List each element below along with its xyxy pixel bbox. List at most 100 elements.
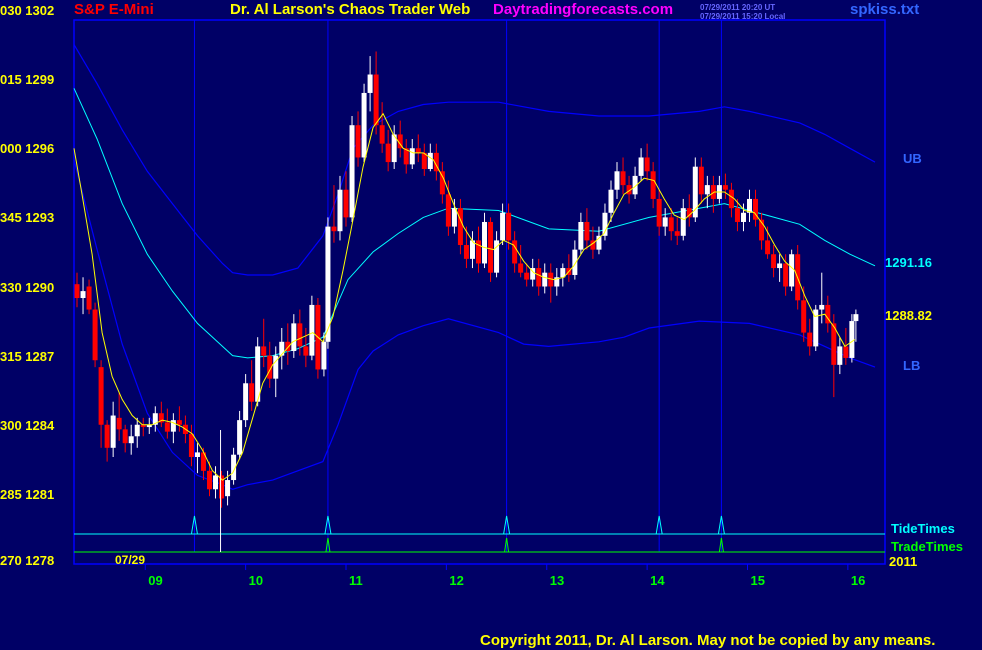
candle-body	[837, 346, 843, 365]
candle-body	[385, 143, 391, 163]
candle-body	[86, 286, 92, 310]
candle-body	[524, 272, 530, 280]
candle-body	[680, 208, 686, 236]
candle-body	[578, 221, 584, 250]
candle-body	[771, 254, 777, 269]
candle-body	[608, 189, 614, 213]
date-label: 07/29	[115, 553, 146, 567]
x-tick-label: 13	[549, 573, 565, 588]
candle-body	[343, 189, 349, 218]
year-label: 2011	[889, 554, 918, 569]
y-tick-label: 345 1293	[0, 210, 55, 226]
candle-body	[303, 346, 309, 356]
candle-body	[249, 383, 255, 402]
candle-body	[331, 226, 337, 232]
candle-body	[379, 125, 385, 144]
candle-body	[237, 420, 243, 455]
candle-body	[188, 433, 194, 458]
candle-body	[361, 92, 367, 158]
candle-body	[789, 254, 795, 287]
last-price-value: 1288.82	[885, 308, 932, 323]
candle-body	[207, 470, 213, 490]
candle-body	[427, 152, 433, 169]
candle-body	[409, 148, 415, 165]
x-tick-label: 15	[750, 573, 765, 588]
candle-body	[415, 148, 421, 153]
candle-body	[734, 208, 740, 222]
candle-body	[668, 217, 674, 232]
candle-body	[518, 263, 524, 273]
candle-body	[644, 157, 650, 172]
y-tick-label: 015 1299	[0, 72, 55, 88]
candle-body	[213, 475, 219, 490]
candle-body	[704, 185, 710, 195]
candle-body	[104, 424, 110, 448]
candle-body	[686, 208, 692, 218]
candle-body	[500, 212, 506, 241]
candle-body	[746, 198, 752, 213]
candle-body	[801, 300, 807, 333]
x-tick-label: 12	[449, 573, 464, 588]
candle-body	[542, 272, 548, 287]
chart	[73, 19, 886, 570]
copyright-notice: Copyright 2011, Dr. Al Larson. May not b…	[480, 632, 936, 649]
candle-body	[337, 189, 343, 232]
candle-body	[536, 268, 542, 287]
candle-body	[164, 422, 170, 432]
candle-body	[674, 231, 680, 236]
candle-body	[225, 480, 231, 497]
candle-body	[321, 341, 327, 370]
candle-body	[128, 436, 134, 444]
x-tick-label: 11	[349, 573, 363, 588]
candle-body	[110, 415, 116, 448]
candle-body	[777, 263, 783, 269]
candle-body	[92, 309, 98, 361]
y-tick-label: 285 1281	[0, 486, 55, 502]
candle-body	[355, 125, 361, 158]
candle-body	[463, 245, 469, 259]
candle-body	[134, 424, 140, 437]
y-tick-label: 315 1287	[0, 348, 55, 364]
candle-body	[506, 212, 512, 241]
y-tick-label: 300 1284	[0, 417, 55, 433]
mid-line-value: 1291.16	[885, 255, 932, 270]
candle-body	[279, 341, 285, 356]
candle-body	[728, 189, 734, 209]
candle-body	[297, 323, 303, 347]
candle-body	[291, 323, 297, 352]
candle-body	[620, 171, 626, 186]
candle-body	[722, 185, 728, 190]
candle-body	[74, 284, 80, 299]
x-tick-label: 10	[248, 573, 264, 588]
y-tick-label: 030 1302	[0, 3, 55, 18]
y-tick-label: 000 1296	[0, 141, 55, 157]
candle-body	[843, 346, 849, 358]
candle-body	[80, 291, 86, 299]
candle-body	[849, 321, 855, 358]
lower-band-label: LB	[903, 358, 921, 373]
x-tick-label: 16	[850, 573, 866, 588]
candle-body	[457, 208, 463, 246]
candle-body	[807, 332, 813, 347]
candle-body	[572, 249, 578, 275]
x-tick-label: 14	[650, 573, 665, 588]
candle-body	[819, 304, 825, 310]
candle-body	[650, 171, 656, 199]
candle-body	[740, 212, 746, 222]
x-tick-label: 09	[148, 573, 163, 588]
candle-body	[853, 314, 859, 322]
y-tick-label: 270 1278	[0, 553, 55, 568]
candle-body	[349, 125, 355, 218]
candle-body	[367, 74, 373, 93]
candle-body	[194, 452, 200, 458]
candle-body	[783, 263, 789, 287]
upper-band-label: UB	[903, 151, 922, 166]
candle-body	[662, 217, 668, 227]
tide-times-label: TideTimes	[891, 521, 955, 536]
candle-body	[243, 383, 249, 421]
candle-body	[373, 74, 379, 126]
candle-body	[122, 429, 128, 444]
candle-body	[439, 171, 445, 195]
y-tick-label: 330 1290	[0, 279, 55, 295]
candle-body	[656, 198, 662, 227]
